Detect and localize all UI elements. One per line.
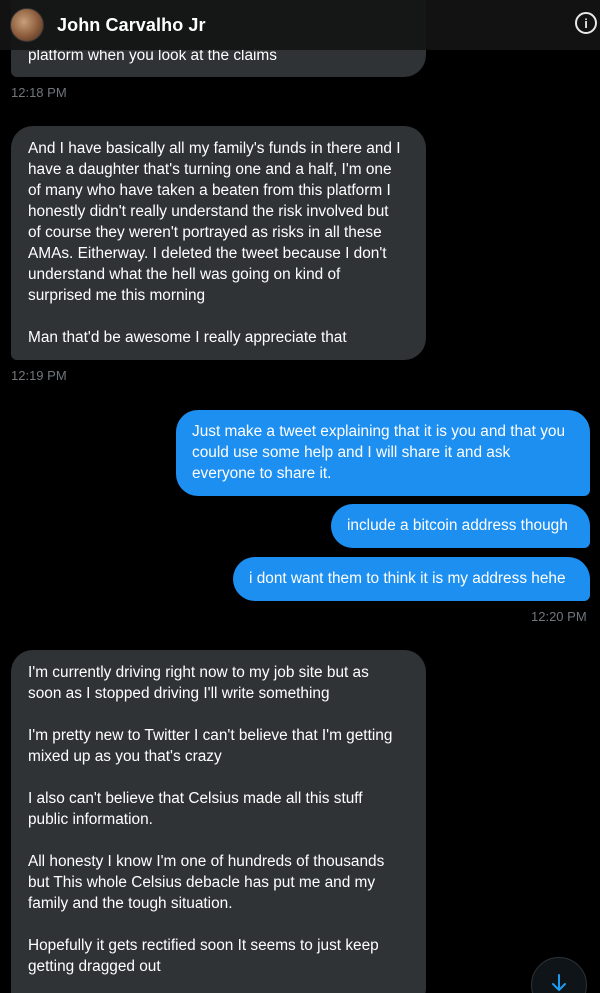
dm-conversation: platform when you look at the claims 12:… (0, 0, 600, 993)
message-sent: i dont want them to think it is my addre… (233, 557, 590, 601)
timestamp: 12:20 PM (531, 609, 587, 624)
avatar[interactable] (10, 8, 44, 42)
message-text: Just make a tweet explaining that it is … (192, 423, 566, 482)
timestamp: 12:19 PM (11, 368, 67, 383)
message-paragraph: I'm currently driving right now to my jo… (28, 664, 369, 702)
info-icon[interactable]: i (575, 12, 597, 34)
contact-name[interactable]: John Carvalho Jr (57, 15, 206, 36)
conversation-header: John Carvalho Jr i (0, 0, 600, 50)
timestamp: 12:18 PM (11, 85, 67, 100)
message-sent: include a bitcoin address though (331, 504, 590, 548)
message-paragraph: I'm pretty new to Twitter I can't believ… (28, 727, 393, 765)
message-sent: Just make a tweet explaining that it is … (176, 410, 590, 496)
arrow-down-icon (552, 974, 566, 991)
message-text: i dont want them to think it is my addre… (249, 570, 566, 587)
scroll-to-bottom-button[interactable] (531, 957, 587, 993)
message-received: I'm currently driving right now to my jo… (11, 650, 426, 993)
message-paragraph: I also can't believe that Celsius made a… (28, 790, 363, 828)
message-received: And I have basically all my family's fun… (11, 126, 426, 360)
message-paragraph: Hopefully it gets rectified soon It seem… (28, 937, 379, 975)
message-text: include a bitcoin address though (347, 517, 568, 534)
message-paragraph: All honesty I know I'm one of hundreds o… (28, 853, 385, 912)
message-paragraph: And I have basically all my family's fun… (28, 140, 401, 304)
message-paragraph: Man that'd be awesome I really appreciat… (28, 329, 347, 346)
